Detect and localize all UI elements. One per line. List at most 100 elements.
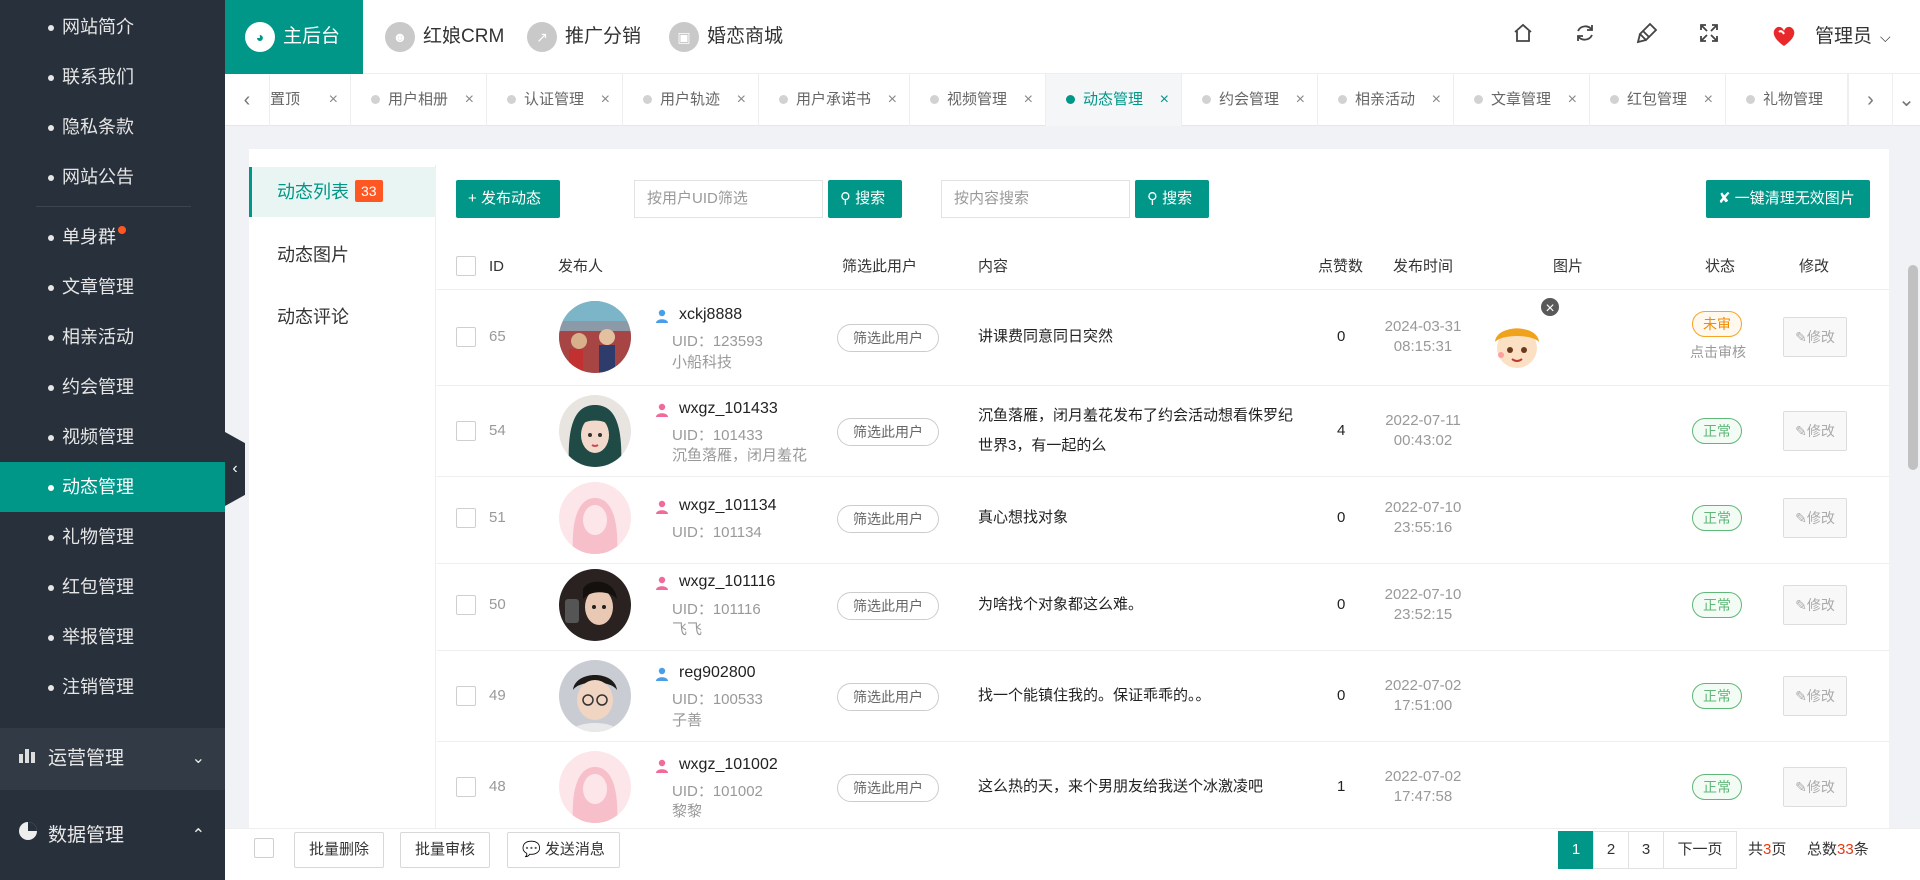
filter-user-button[interactable]: 筛选此用户 bbox=[837, 505, 939, 533]
filter-user-button[interactable]: 筛选此用户 bbox=[837, 592, 939, 620]
publish-moment-button[interactable]: + 发布动态 bbox=[456, 180, 560, 218]
click-to-review-link[interactable]: 点击审核 bbox=[1690, 342, 1746, 362]
footer-select-all-checkbox[interactable] bbox=[254, 838, 274, 858]
edit-button[interactable]: ✎修改 bbox=[1783, 498, 1847, 538]
tabs-scroll-right-button[interactable]: › bbox=[1848, 74, 1893, 126]
close-icon[interactable]: × bbox=[1432, 74, 1441, 126]
send-message-button[interactable]: 💬 发送消息 bbox=[507, 832, 620, 868]
sidebar-item-site-intro[interactable]: 网站简介 bbox=[0, 2, 225, 52]
page-tab-videos[interactable]: 视频管理 × bbox=[910, 74, 1046, 126]
row-checkbox[interactable] bbox=[456, 327, 476, 347]
batch-delete-button[interactable]: 批量删除 bbox=[294, 832, 385, 868]
select-all-checkbox[interactable] bbox=[456, 256, 476, 276]
status-badge[interactable]: 正常 bbox=[1692, 418, 1742, 444]
subnav-moment-images[interactable]: 动态图片 bbox=[249, 230, 436, 280]
next-page-button[interactable]: 下一页 bbox=[1663, 831, 1737, 869]
uid-filter-input[interactable]: 按用户UID筛选 bbox=[634, 180, 823, 218]
sidebar-item-cancellation[interactable]: 注销管理 bbox=[0, 662, 225, 712]
avatar[interactable] bbox=[559, 660, 631, 732]
close-icon[interactable]: × bbox=[1568, 74, 1577, 126]
page-tab-user-track[interactable]: 用户轨迹 × bbox=[623, 74, 759, 126]
page-tab-dating-events[interactable]: 相亲活动 × bbox=[1318, 74, 1454, 126]
status-badge[interactable]: 未审 bbox=[1692, 311, 1742, 337]
close-icon[interactable]: × bbox=[1296, 74, 1305, 126]
sidebar-collapse-handle[interactable]: ‹ bbox=[225, 432, 245, 506]
clean-invalid-images-button[interactable]: ✘ 一键清理无效图片 bbox=[1706, 180, 1870, 218]
edit-button[interactable]: ✎修改 bbox=[1783, 767, 1847, 807]
page-3-button[interactable]: 3 bbox=[1628, 831, 1664, 869]
sidebar-item-privacy[interactable]: 隐私条款 bbox=[0, 102, 225, 152]
page-1-button[interactable]: 1 bbox=[1558, 831, 1594, 869]
content-search-input[interactable]: 按内容搜索 bbox=[941, 180, 1130, 218]
remove-image-icon[interactable]: × bbox=[1539, 296, 1561, 318]
row-checkbox[interactable] bbox=[456, 421, 476, 441]
subnav-moment-list[interactable]: 动态列表 33 bbox=[249, 167, 436, 217]
status-badge[interactable]: 正常 bbox=[1692, 683, 1742, 709]
status-badge[interactable]: 正常 bbox=[1692, 774, 1742, 800]
col-header-id[interactable]: ID bbox=[489, 255, 504, 279]
close-icon[interactable]: × bbox=[1160, 74, 1169, 126]
page-tab-user-pledge[interactable]: 用户承诺书 × bbox=[759, 74, 910, 126]
filter-user-button[interactable]: 筛选此用户 bbox=[837, 418, 939, 446]
page-tab-red-packets[interactable]: 红包管理 × bbox=[1590, 74, 1726, 126]
admin-user-menu[interactable]: 管理员 ⌵ bbox=[1815, 0, 1891, 74]
sidebar-item-contact[interactable]: 联系我们 bbox=[0, 52, 225, 102]
content-search-button[interactable]: ⚲ 搜索 bbox=[1135, 180, 1209, 218]
top-tab-crm[interactable]: ☻ 红娘CRM bbox=[365, 0, 505, 74]
edit-button[interactable]: ✎修改 bbox=[1783, 411, 1847, 451]
row-checkbox[interactable] bbox=[456, 595, 476, 615]
tabs-menu-button[interactable]: ⌄ bbox=[1893, 74, 1920, 126]
page-tab-dates[interactable]: 约会管理 × bbox=[1182, 74, 1318, 126]
sidebar-item-articles[interactable]: 文章管理 bbox=[0, 262, 225, 312]
sidebar-item-gifts[interactable]: 礼物管理 bbox=[0, 512, 225, 562]
refresh-icon[interactable] bbox=[1570, 22, 1600, 52]
sidebar-item-singles-group[interactable]: 单身群 bbox=[0, 212, 225, 262]
col-header-likes[interactable]: 点赞数 bbox=[1318, 255, 1363, 279]
close-icon[interactable]: × bbox=[601, 74, 610, 126]
filter-user-button[interactable]: 筛选此用户 bbox=[837, 774, 939, 802]
sidebar-item-reports[interactable]: 举报管理 bbox=[0, 612, 225, 662]
sidebar-item-dates[interactable]: 约会管理 bbox=[0, 362, 225, 412]
col-header-time[interactable]: 发布时间 bbox=[1393, 255, 1453, 279]
subnav-moment-comments[interactable]: 动态评论 bbox=[249, 292, 436, 342]
page-tab-pin[interactable]: 置顶 × bbox=[270, 74, 351, 126]
clear-cache-icon[interactable] bbox=[1632, 22, 1662, 52]
page-2-button[interactable]: 2 bbox=[1593, 831, 1629, 869]
page-tab-gifts[interactable]: 礼物管理 bbox=[1726, 74, 1848, 126]
sidebar-item-dating-events[interactable]: 相亲活动 bbox=[0, 312, 225, 362]
sidebar-item-videos[interactable]: 视频管理 bbox=[0, 412, 225, 462]
uid-search-button[interactable]: ⚲ 搜索 bbox=[828, 180, 902, 218]
status-badge[interactable]: 正常 bbox=[1692, 592, 1742, 618]
edit-button[interactable]: ✎修改 bbox=[1783, 676, 1847, 716]
sidebar-item-red-packets[interactable]: 红包管理 bbox=[0, 562, 225, 612]
sidebar-item-moments[interactable]: 动态管理 bbox=[0, 462, 225, 512]
close-icon[interactable]: × bbox=[329, 74, 338, 126]
vertical-scrollbar[interactable] bbox=[1908, 265, 1918, 470]
avatar[interactable] bbox=[559, 482, 631, 554]
avatar[interactable] bbox=[559, 751, 631, 823]
edit-button[interactable]: ✎修改 bbox=[1783, 585, 1847, 625]
page-tab-verification[interactable]: 认证管理 × bbox=[487, 74, 623, 126]
sidebar-item-announcement[interactable]: 网站公告 bbox=[0, 152, 225, 202]
close-icon[interactable]: × bbox=[1704, 74, 1713, 126]
filter-user-button[interactable]: 筛选此用户 bbox=[837, 324, 939, 352]
page-tab-articles[interactable]: 文章管理 × bbox=[1454, 74, 1590, 126]
top-tab-promotion[interactable]: ↗ 推广分销 bbox=[507, 0, 647, 74]
avatar[interactable] bbox=[559, 301, 631, 373]
moment-image[interactable] bbox=[1486, 312, 1548, 374]
close-icon[interactable]: × bbox=[737, 74, 746, 126]
row-checkbox[interactable] bbox=[456, 508, 476, 528]
page-tab-user-album[interactable]: 用户相册 × bbox=[351, 74, 487, 126]
batch-review-button[interactable]: 批量审核 bbox=[400, 832, 491, 868]
close-icon[interactable]: × bbox=[888, 74, 897, 126]
close-icon[interactable]: × bbox=[465, 74, 474, 126]
filter-user-button[interactable]: 筛选此用户 bbox=[837, 683, 939, 711]
edit-button[interactable]: ✎修改 bbox=[1783, 317, 1847, 357]
sidebar-group-data[interactable]: 数据管理 ⌃ bbox=[0, 805, 225, 867]
tabs-scroll-left-button[interactable]: ‹ bbox=[225, 74, 270, 126]
status-badge[interactable]: 正常 bbox=[1692, 505, 1742, 531]
avatar[interactable] bbox=[559, 569, 631, 641]
top-tab-shop[interactable]: ▣ 婚恋商城 bbox=[649, 0, 799, 74]
row-checkbox[interactable] bbox=[456, 686, 476, 706]
close-icon[interactable]: × bbox=[1024, 74, 1033, 126]
